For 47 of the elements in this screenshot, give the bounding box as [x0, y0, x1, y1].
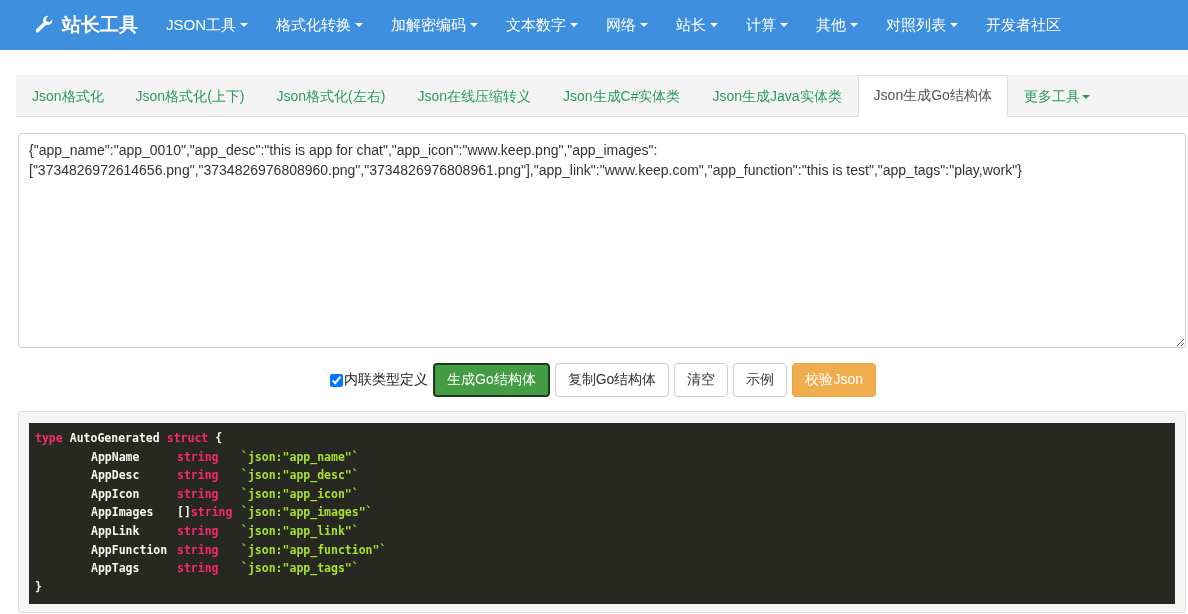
caret-icon — [640, 23, 648, 27]
tab[interactable]: Json格式化(上下) — [119, 75, 261, 117]
nav-menu-item[interactable]: 开发者社区 — [972, 15, 1075, 35]
tab[interactable]: Json格式化 — [16, 75, 120, 117]
tab[interactable]: Json生成Go结构体 — [857, 75, 1008, 117]
nav-menu-item[interactable]: 其他 — [802, 15, 872, 35]
code-line: AppName string `json:"app_name"` — [90, 448, 360, 467]
brand-name[interactable]: 站长工具 — [62, 12, 138, 38]
nav-menu-item[interactable]: 对照列表 — [872, 15, 972, 35]
generate-button[interactable]: 生成Go结构体 — [433, 363, 550, 397]
code-line: AppLink string `json:"app_link"` — [90, 522, 360, 541]
nav-menu-item[interactable]: 站长 — [662, 15, 732, 35]
checkbox-label: 内联类型定义 — [344, 371, 428, 389]
caret-icon — [710, 23, 718, 27]
action-button[interactable]: 示例 — [733, 363, 788, 397]
nav-menu-item[interactable]: 格式化转换 — [262, 15, 377, 35]
caret-icon — [355, 23, 363, 27]
tab[interactable]: Json生成Java实体类 — [696, 75, 858, 117]
json-input-field[interactable]: {"app_name":"app_0010","app_desc":"this is app for chat","app_icon":"www.keep.png","app_images":["3734826972614656.png","3734826976808960.png","3734826976808961.png"],"app_link":"www.keep.com","app_function":"this is test","app_tags":"play,work"} — [18, 133, 1186, 348]
nav-menu-item[interactable]: 网络 — [592, 15, 662, 35]
wrench-icon — [34, 15, 54, 35]
nav-menu-item[interactable]: 计算 — [732, 15, 802, 35]
code-line: AppDesc string `json:"app_desc"` — [90, 467, 360, 485]
code-line: AppIcon string `json:"app_icon"` — [90, 485, 360, 504]
caret-icon — [950, 23, 958, 27]
code-line: AppFunction string `json:"app_function"` — [90, 541, 388, 560]
caret-icon — [1081, 94, 1090, 99]
tab[interactable]: 更多工具 — [1007, 75, 1106, 117]
code-line: type AutoGenerated struct { — [35, 430, 224, 447]
code-line: } — [35, 578, 43, 596]
nav-menu-item[interactable]: 文本数字 — [492, 15, 592, 35]
inline-type-checkbox[interactable] — [330, 373, 343, 387]
caret-icon — [470, 23, 478, 27]
caret-icon — [570, 23, 578, 27]
nav-menu-item[interactable]: 加解密编码 — [377, 15, 492, 35]
action-button[interactable]: 校验Json — [792, 363, 876, 397]
caret-icon — [850, 23, 858, 27]
action-button[interactable]: 清空 — [674, 363, 729, 397]
caret-icon — [780, 23, 788, 27]
nav-menu-item[interactable]: JSON工具 — [152, 15, 262, 35]
action-button[interactable]: 复制Go结构体 — [554, 363, 670, 397]
caret-icon — [240, 23, 248, 27]
tab[interactable]: Json在线压缩转义 — [401, 75, 547, 117]
tab[interactable]: Json生成C#实体类 — [546, 75, 697, 117]
code-line: AppImages []string `json:"app_images"` — [90, 504, 374, 522]
tab[interactable]: Json格式化(左右) — [260, 75, 402, 117]
code-line: AppTags string `json:"app_tags"` — [90, 560, 360, 578]
